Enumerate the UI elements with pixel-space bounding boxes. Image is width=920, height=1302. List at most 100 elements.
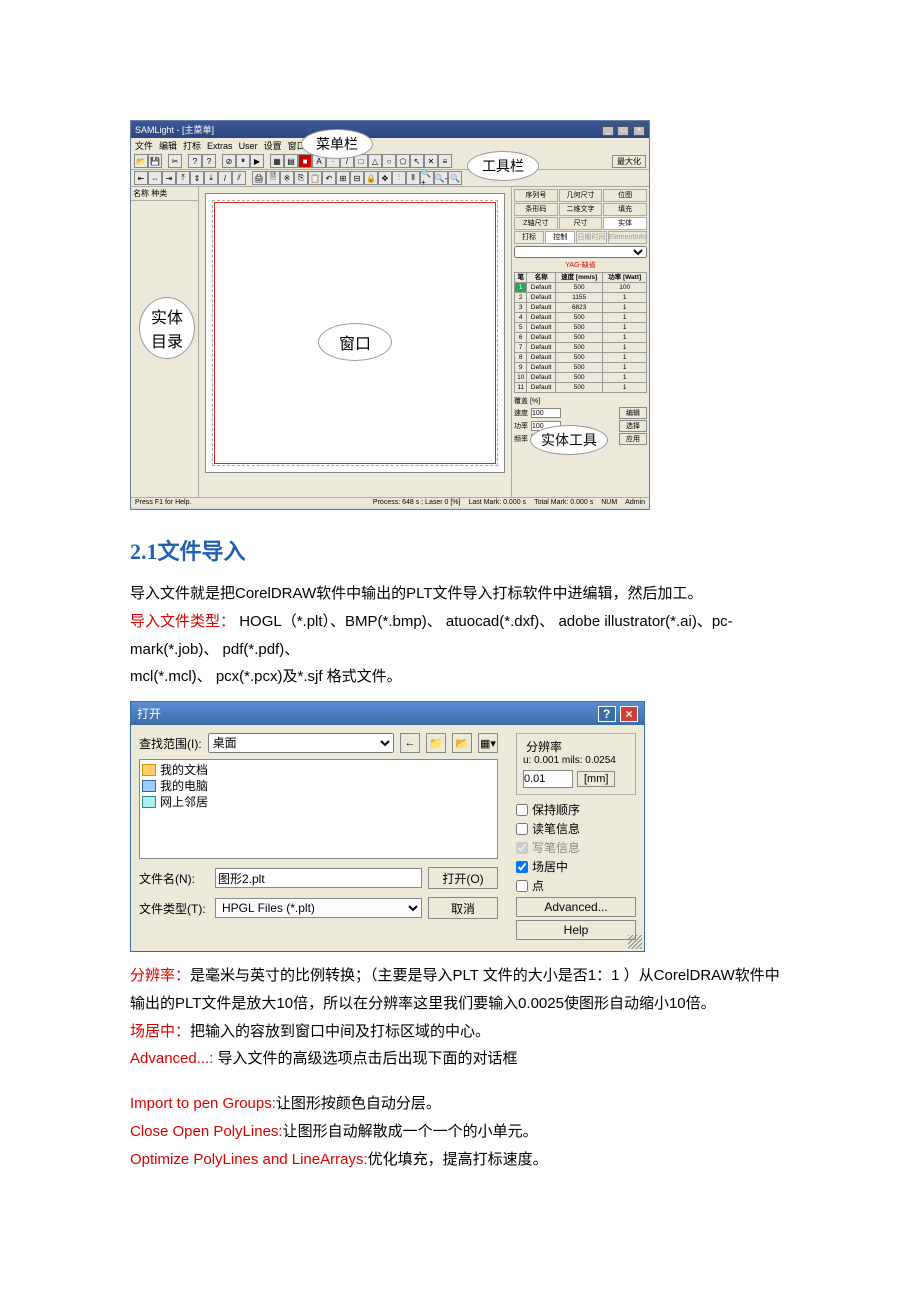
canvas-area[interactable]: 窗口 [199,187,511,497]
zoomfit-icon[interactable]: 🔍 [448,171,462,185]
help-button[interactable]: Help [516,920,636,940]
close-icon[interactable]: × [633,126,645,136]
pen-row[interactable]: 3Default68231 [515,303,647,313]
rtab-geom[interactable]: 几何尺寸 [559,189,603,202]
layer-icon[interactable]: ▤ [284,154,298,168]
rtab-hatch[interactable]: 填充 [603,203,647,216]
open-icon[interactable]: 📂 [134,154,148,168]
dist-h-icon[interactable]: / [218,171,232,185]
cut-icon[interactable]: ✂ [168,154,182,168]
rtab-serial[interactable]: 序列号 [514,189,558,202]
minimize-icon[interactable]: _ [602,126,614,136]
menu-mark[interactable]: 打标 [183,139,201,152]
pen-row[interactable]: 6Default5001 [515,333,647,343]
align-t-icon[interactable]: ⤒ [176,171,190,185]
tri-icon[interactable]: △ [368,154,382,168]
filetype-select[interactable]: HPGL Files (*.plt) [215,898,422,918]
file-list[interactable]: 我的文档 我的电脑 网上邻居 [139,759,498,859]
apply-button[interactable]: 应用 [619,433,647,445]
more-icon[interactable]: ≡ [438,154,452,168]
align-b-icon[interactable]: ⤓ [204,171,218,185]
print-icon[interactable]: 🖨 [252,171,266,185]
nav-new-icon[interactable]: 📂 [452,733,472,753]
dist-v-icon[interactable]: ⫽ [232,171,246,185]
edit-button[interactable]: 编辑 [619,407,647,419]
menu-settings[interactable]: 设置 [264,139,282,152]
align-c-icon[interactable]: ⇔ [148,171,162,185]
center-icon[interactable]: ✥ [378,171,392,185]
hcenter-icon[interactable]: ⫶ [392,171,406,185]
preview-icon[interactable]: 🗎 [266,171,280,185]
rtab-size[interactable]: 尺寸 [559,217,603,230]
mark-icon[interactable]: ■ [298,154,312,168]
pen-row[interactable]: 10Default5001 [515,373,647,383]
align-l-icon[interactable]: ⇤ [134,171,148,185]
read-pen-checkbox[interactable] [516,823,528,835]
resolution-input[interactable] [523,770,573,788]
pen-row[interactable]: 11Default5001 [515,383,647,393]
rtab-control[interactable]: 控制 [545,231,575,244]
select-button[interactable]: 选择 [619,420,647,432]
hatch-icon[interactable]: ※ [280,171,294,185]
dialog-help-icon[interactable]: ? [598,706,616,722]
copy-icon[interactable]: ⎘ [294,171,308,185]
play-icon[interactable]: ▶ [250,154,264,168]
undo-icon[interactable]: ↶ [322,171,336,185]
ungroup-icon[interactable]: ⊟ [350,171,364,185]
pen-preset-select[interactable] [514,246,647,258]
keep-order-checkbox[interactable] [516,804,528,816]
align-m-icon[interactable]: ⇕ [190,171,204,185]
circle-icon[interactable]: ○ [382,154,396,168]
dialog-close-icon[interactable]: × [620,706,638,722]
rtab-mark[interactable]: 打标 [514,231,544,244]
menu-file[interactable]: 文件 [135,139,153,152]
rtab-bitmap[interactable]: 位图 [603,189,647,202]
stop-icon[interactable]: ⊘ [222,154,236,168]
open-button[interactable]: 打开(O) [428,867,498,889]
rtab-zsize[interactable]: Z轴尺寸 [514,217,558,230]
place-docs[interactable]: 我的文档 [142,762,495,778]
x-icon[interactable]: ✕ [424,154,438,168]
vcenter-icon[interactable]: ⫴ [406,171,420,185]
pen-row[interactable]: 8Default5001 [515,353,647,363]
lock-icon[interactable]: 🔒 [364,171,378,185]
point-checkbox[interactable] [516,880,528,892]
advanced-button[interactable]: Advanced... [516,897,636,917]
grid-icon[interactable]: ▦ [270,154,284,168]
nav-up-icon[interactable]: 📁 [426,733,446,753]
cancel-button[interactable]: 取消 [428,897,498,919]
look-in-select[interactable]: 桌面 [208,733,394,753]
poly-icon[interactable]: ⬠ [396,154,410,168]
filename-input[interactable] [215,868,422,888]
rtab-2dtext[interactable]: 二维文字 [559,203,603,216]
menu-extras[interactable]: Extras [207,141,233,151]
paste-icon[interactable]: 📋 [308,171,322,185]
menu-user[interactable]: User [239,141,258,151]
place-network[interactable]: 网上邻居 [142,794,495,810]
maximize-icon[interactable]: □ [617,126,629,136]
rtab-elementinfo[interactable]: ElementInfo [608,231,647,244]
save-icon[interactable]: 💾 [148,154,162,168]
whatsthis-icon[interactable]: ? [202,154,216,168]
pause-icon[interactable]: ⏸ [236,154,250,168]
resize-grip-icon[interactable] [628,935,642,949]
maximize-button[interactable]: 最大化 [612,155,646,168]
pen-row[interactable]: 4Default5001 [515,313,647,323]
zoomin-icon[interactable]: 🔍+ [420,171,434,185]
nav-view-icon[interactable]: ▦▾ [478,733,498,753]
zoomout-icon[interactable]: 🔍- [434,171,448,185]
align-r-icon[interactable]: ⇥ [162,171,176,185]
pen-row[interactable]: 2Default11551 [515,293,647,303]
rtab-barcode[interactable]: 条形码 [514,203,558,216]
pen-row[interactable]: 5Default5001 [515,323,647,333]
nav-back-icon[interactable]: ← [400,733,420,753]
pen-row[interactable]: 1Default500100 [515,283,647,293]
menu-edit[interactable]: 编辑 [159,139,177,152]
group-icon[interactable]: ⊞ [336,171,350,185]
rtab-entity[interactable]: 实体 [603,217,647,230]
center-checkbox[interactable] [516,861,528,873]
ov-speed-input[interactable] [531,408,561,418]
pen-row[interactable]: 9Default5001 [515,363,647,373]
place-computer[interactable]: 我的电脑 [142,778,495,794]
rtab-datetime[interactable]: 日期时间 [576,231,606,244]
